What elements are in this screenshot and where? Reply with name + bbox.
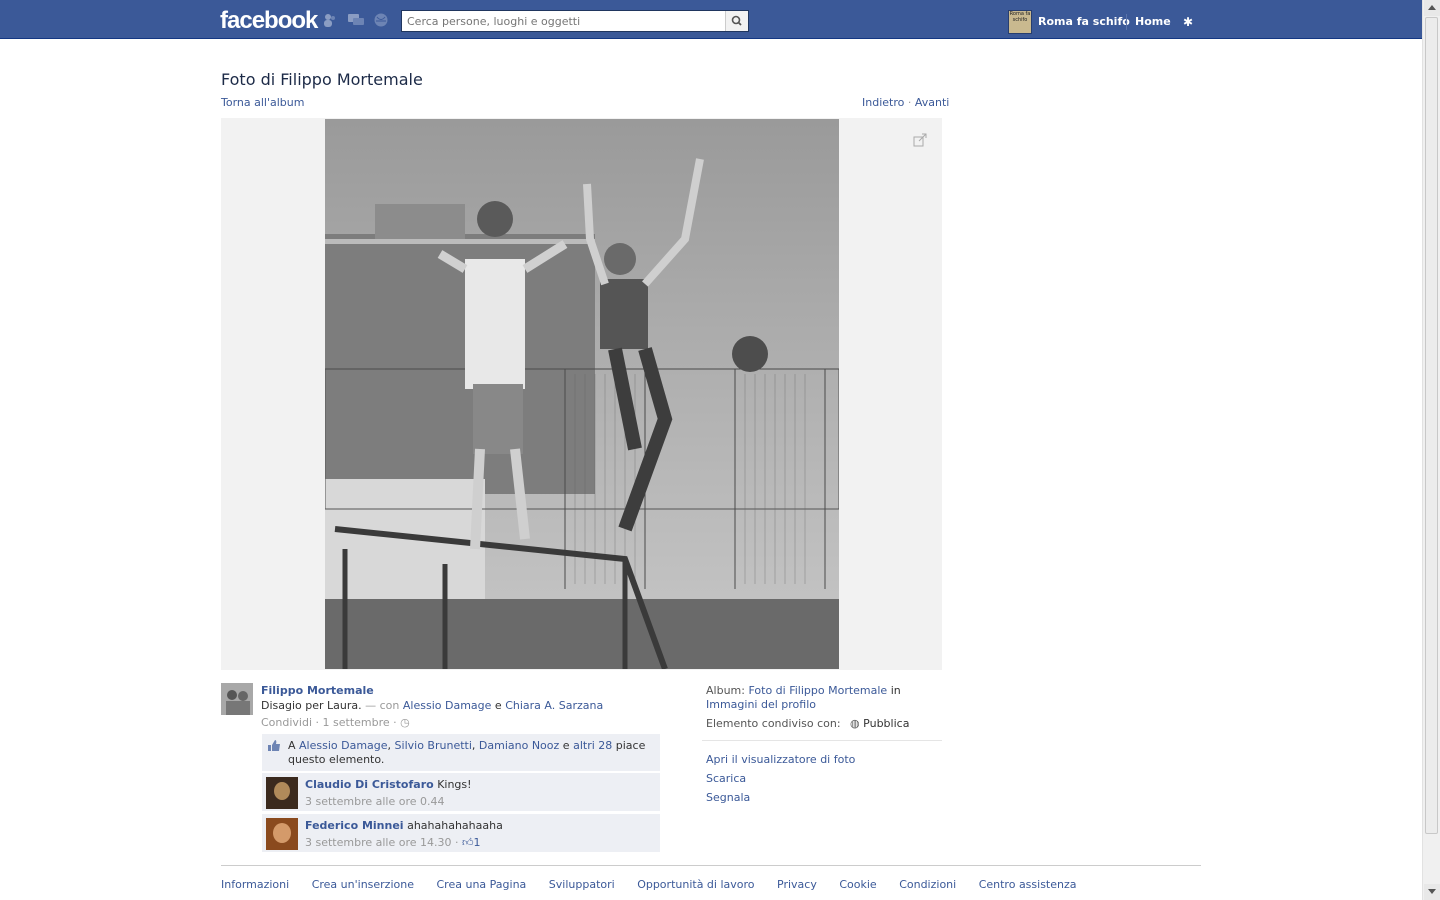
- album-link[interactable]: Foto di Filippo Mortemale: [748, 684, 887, 697]
- commenter-avatar-image: [266, 777, 298, 809]
- post-date[interactable]: 1 settembre: [323, 716, 390, 729]
- tag-joiner: e: [494, 699, 502, 712]
- open-viewer-link[interactable]: Apri il visualizzatore di foto: [706, 753, 855, 766]
- clock-icon: ◷: [400, 716, 410, 729]
- commenter-name-link[interactable]: Claudio Di Cristofaro: [305, 778, 434, 791]
- with-prefix: — con: [365, 699, 400, 712]
- photo[interactable]: [325, 119, 839, 669]
- footer-link-about[interactable]: Informazioni: [221, 878, 289, 891]
- photo-stage: [221, 118, 942, 670]
- sidebar-divider: [702, 740, 942, 741]
- footer-link-privacy[interactable]: Privacy: [777, 878, 817, 891]
- scroll-thumb[interactable]: [1425, 17, 1438, 834]
- footer-links: Informazioni Crea un'inserzione Crea una…: [221, 878, 1096, 891]
- download-link[interactable]: Scarica: [706, 772, 746, 785]
- footer-link-help[interactable]: Centro assistenza: [979, 878, 1077, 891]
- comment-body: Federico Minnei ahahahahahaaha: [305, 819, 503, 832]
- shared-label: Elemento condiviso con:: [706, 717, 841, 730]
- profile-avatar[interactable]: Roma fa schifo: [1008, 10, 1032, 34]
- scrollbar[interactable]: [1422, 0, 1440, 900]
- album-info: Album: Foto di Filippo Mortemale in Imma…: [706, 684, 941, 712]
- footer-link-terms[interactable]: Condizioni: [899, 878, 956, 891]
- likers-others-link[interactable]: altri 28: [573, 739, 612, 752]
- comment-like-icon[interactable]: 👍︎: [462, 836, 474, 849]
- profile-avatar-text: Roma fa schifo: [1009, 11, 1031, 23]
- comment-meta: 3 settembre alle ore 14.30 · 👍︎1: [305, 836, 481, 849]
- footer-link-create-ad[interactable]: Crea un'inserzione: [312, 878, 414, 891]
- comment-time[interactable]: 3 settembre alle ore 0.44: [305, 795, 445, 808]
- scroll-down-button[interactable]: [1424, 884, 1440, 900]
- nav-home-link[interactable]: Home: [1135, 15, 1171, 28]
- back-to-album-link[interactable]: Torna all'album: [221, 96, 304, 109]
- like-icon: [268, 740, 280, 751]
- album-in: in: [890, 684, 901, 697]
- footer-divider: [221, 865, 1201, 866]
- owner-name-link[interactable]: Filippo Mortemale: [261, 684, 374, 697]
- comment-like-count[interactable]: 1: [474, 836, 481, 849]
- globe-icon: ◍: [850, 717, 860, 730]
- footer-link-cookies[interactable]: Cookie: [839, 878, 876, 891]
- chevron-down-icon: [1428, 889, 1436, 894]
- commenter-name-link[interactable]: Federico Minnei: [305, 819, 404, 832]
- search-icon: [731, 15, 742, 26]
- top-bar: facebook Roma fa schifo Roma fa schifo H…: [0, 0, 1422, 39]
- shared-with: Elemento condiviso con: ◍ Pubblica: [706, 717, 909, 730]
- comment: Federico Minnei ahahahahahaaha 3 settemb…: [262, 813, 660, 852]
- comment: Claudio Di Cristofaro Kings! 3 settembre…: [262, 772, 660, 811]
- audience-selector[interactable]: Pubblica: [863, 717, 909, 730]
- search-input[interactable]: [402, 11, 726, 31]
- pager-separator: ·: [907, 96, 912, 109]
- chevron-up-icon: [1428, 5, 1436, 10]
- nav-divider: [1126, 14, 1127, 30]
- footer-link-developers[interactable]: Sviluppatori: [549, 878, 615, 891]
- footer-link-create-page[interactable]: Crea una Pagina: [437, 878, 527, 891]
- album-parent-link[interactable]: Immagini del profilo: [706, 698, 816, 711]
- owner-avatar[interactable]: [221, 683, 253, 715]
- comment-text: ahahahahahaaha: [407, 819, 503, 832]
- photo-pager: Indietro · Avanti: [862, 96, 949, 109]
- album-label: Album:: [706, 684, 745, 697]
- comment-text: Kings!: [437, 778, 472, 791]
- facebook-logo[interactable]: facebook: [220, 7, 318, 35]
- likes-joiner: e: [562, 739, 570, 752]
- comment-time[interactable]: 3 settembre alle ore 14.30: [305, 836, 452, 849]
- caption-text: Disagio per Laura.: [261, 699, 362, 712]
- photo-caption: Disagio per Laura. — con Alessio Damage …: [261, 699, 603, 712]
- likes-box: A Alessio Damage, Silvio Brunetti, Damia…: [262, 734, 660, 771]
- commenter-avatar[interactable]: [266, 777, 298, 809]
- tag-link-1[interactable]: Alessio Damage: [403, 699, 492, 712]
- commenter-avatar-image: [266, 818, 298, 850]
- owner-avatar-image: [221, 683, 253, 715]
- messages-icon[interactable]: [348, 13, 364, 27]
- notifications-icon[interactable]: [373, 13, 389, 27]
- likes-prefix: A: [288, 739, 296, 752]
- page-title: Foto di Filippo Mortemale: [221, 70, 423, 89]
- photo-image: [325, 119, 839, 669]
- nav-profile-link[interactable]: Roma fa schifo: [1038, 15, 1130, 28]
- previous-photo-link[interactable]: Indietro: [862, 96, 904, 109]
- friend-requests-icon[interactable]: [322, 13, 338, 27]
- likes-text: A Alessio Damage, Silvio Brunetti, Damia…: [288, 739, 646, 766]
- liker-link-1[interactable]: Alessio Damage: [299, 739, 388, 752]
- report-link[interactable]: Segnala: [706, 791, 750, 804]
- comment-body: Claudio Di Cristofaro Kings!: [305, 778, 472, 791]
- share-link[interactable]: Condividi: [261, 716, 312, 729]
- next-photo-link[interactable]: Avanti: [915, 96, 949, 109]
- liker-link-2[interactable]: Silvio Brunetti: [395, 739, 472, 752]
- search-box: [401, 10, 749, 32]
- expand-icon[interactable]: [913, 133, 927, 147]
- liker-link-3[interactable]: Damiano Nooz: [479, 739, 559, 752]
- footer-link-careers[interactable]: Opportunità di lavoro: [637, 878, 754, 891]
- commenter-avatar[interactable]: [266, 818, 298, 850]
- gear-icon[interactable]: ✱: [1183, 15, 1193, 29]
- tag-link-2[interactable]: Chiara A. Sarzana: [505, 699, 603, 712]
- search-button[interactable]: [725, 11, 748, 31]
- scroll-up-button[interactable]: [1424, 0, 1440, 16]
- post-meta: Condividi · 1 settembre · ◷: [261, 716, 410, 729]
